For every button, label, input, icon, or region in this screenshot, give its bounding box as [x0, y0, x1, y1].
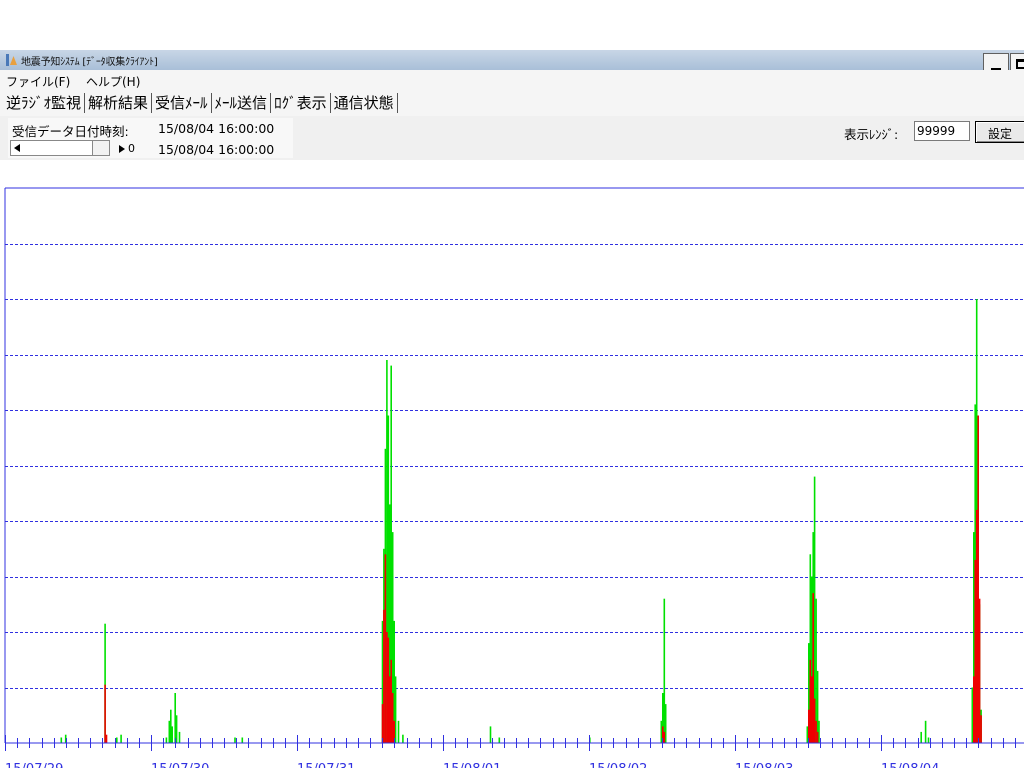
- chart-area: 15/07/29 15/07/30 15/07/31 15/08/01 15/08/02…: [0, 160, 1024, 768]
- bar-green: [178, 731, 181, 743]
- bar-green: [60, 737, 63, 743]
- x-tick-label: 15/08/01: [443, 762, 501, 768]
- tab-radio-monitor[interactable]: 逆ﾗｼﾞｵ監視: [6, 93, 86, 113]
- tab-log-view[interactable]: ﾛｸﾞ表示: [271, 93, 331, 113]
- bar-green: [927, 737, 930, 743]
- tab-bar: 逆ﾗｼﾞｵ監視 解析結果 受信ﾒｰﾙ ﾒｰﾙ送信 ﾛｸﾞ表示 通信状態: [0, 90, 1024, 116]
- x-tick-label: 15/07/30: [151, 762, 209, 768]
- info-bar: 受信データ日付時刻: 15/08/04 16:00:00 15/08/04 16…: [0, 116, 1024, 160]
- bar-red: [978, 598, 981, 743]
- app-icon[interactable]: [6, 53, 18, 67]
- bar-red: [384, 554, 387, 743]
- bar-red: [810, 676, 813, 743]
- bar-red: [977, 415, 979, 743]
- x-tick-label: 15/07/31: [297, 762, 355, 768]
- app-window: 地震予知ｼｽﾃﾑ [ﾃﾞｰﾀ収集ｸﾗｲｱﾝﾄ] ファイル(F) ヘルプ(H) 逆…: [0, 50, 1024, 768]
- play-arrow-icon[interactable]: [119, 145, 125, 153]
- bar-green: [116, 737, 118, 743]
- bar-red: [973, 676, 975, 743]
- bar-red: [386, 632, 388, 743]
- x-tick-label: 15/08/03: [735, 762, 793, 768]
- bar-red: [391, 693, 394, 743]
- bar-green: [397, 720, 400, 743]
- display-range-label: 表示ﾚﾝｼﾞ:: [844, 127, 899, 142]
- x-tick-label: 15/08/04: [881, 762, 939, 768]
- bar-green: [402, 734, 404, 743]
- bar-red: [381, 704, 384, 743]
- bar-green: [171, 726, 173, 743]
- bar-red: [974, 559, 976, 743]
- bar-red: [390, 659, 392, 744]
- bar-red: [663, 731, 666, 743]
- title-bar[interactable]: 地震予知ｼｽﾃﾑ [ﾃﾞｰﾀ収集ｸﾗｲｱﾝﾄ]: [0, 50, 1024, 76]
- bar-green: [664, 704, 667, 743]
- bar-red: [815, 720, 817, 743]
- received-datetime-label: 受信データ日付時刻:: [12, 124, 129, 139]
- bar-green: [165, 737, 168, 743]
- menu-help[interactable]: ヘルプ(H): [86, 73, 140, 90]
- tab-comm-status[interactable]: 通信状態: [331, 93, 398, 113]
- display-range-input[interactable]: [914, 121, 970, 141]
- bar-red: [812, 593, 814, 743]
- bar-green: [175, 715, 178, 744]
- bar-green: [168, 720, 171, 743]
- bar-red: [389, 676, 391, 743]
- window-title: 地震予知ｼｽﾃﾑ [ﾃﾞｰﾀ収集ｸﾗｲｱﾝﾄ]: [21, 56, 158, 68]
- menu-bar: ファイル(F) ヘルプ(H): [0, 70, 1024, 90]
- tab-send-mail[interactable]: ﾒｰﾙ送信: [212, 93, 272, 113]
- bar-green: [663, 598, 666, 743]
- bar-green: [818, 720, 820, 743]
- bar-green: [498, 737, 501, 743]
- x-tick-label: 15/08/02: [589, 762, 647, 768]
- x-tick-label: 15/07/29: [5, 762, 63, 768]
- bar-red: [383, 609, 385, 743]
- bar-green: [234, 737, 236, 743]
- bar-green: [489, 726, 492, 743]
- bar-green: [120, 734, 122, 743]
- slider-value: 0: [128, 142, 135, 155]
- bar-green: [924, 720, 927, 743]
- bar-green: [660, 720, 663, 743]
- received-datetime-value: 15/08/04 16:00:00: [158, 121, 275, 136]
- bar-green: [971, 687, 974, 743]
- set-button[interactable]: 設定: [975, 121, 1024, 143]
- bar-red: [809, 659, 812, 744]
- slider-datetime-value: 15/08/04 16:00:00: [158, 142, 275, 157]
- bar-red: [816, 731, 819, 743]
- menu-file[interactable]: ファイル(F): [6, 73, 70, 90]
- bar-green: [241, 737, 244, 743]
- bar-green: [170, 709, 172, 743]
- bar-red: [975, 509, 978, 743]
- bar-red: [387, 637, 390, 743]
- signal-chart: 15/07/29 15/07/30 15/07/31 15/08/01 15/08/02…: [4, 187, 1024, 768]
- bar-red: [104, 684, 106, 743]
- tab-analysis-results[interactable]: 解析結果: [85, 93, 153, 113]
- bar-green: [806, 726, 809, 743]
- bar-red: [813, 698, 816, 743]
- bar-green: [920, 731, 922, 743]
- bar-green: [174, 693, 176, 743]
- time-scrollbar[interactable]: [10, 140, 110, 156]
- bar-red: [105, 734, 108, 743]
- tab-received-mail[interactable]: 受信ﾒｰﾙ: [152, 93, 212, 113]
- bar-green: [394, 676, 397, 743]
- bar-red: [980, 715, 982, 744]
- scroll-thumb[interactable]: [92, 140, 110, 156]
- scroll-left-arrow-icon[interactable]: [14, 144, 20, 152]
